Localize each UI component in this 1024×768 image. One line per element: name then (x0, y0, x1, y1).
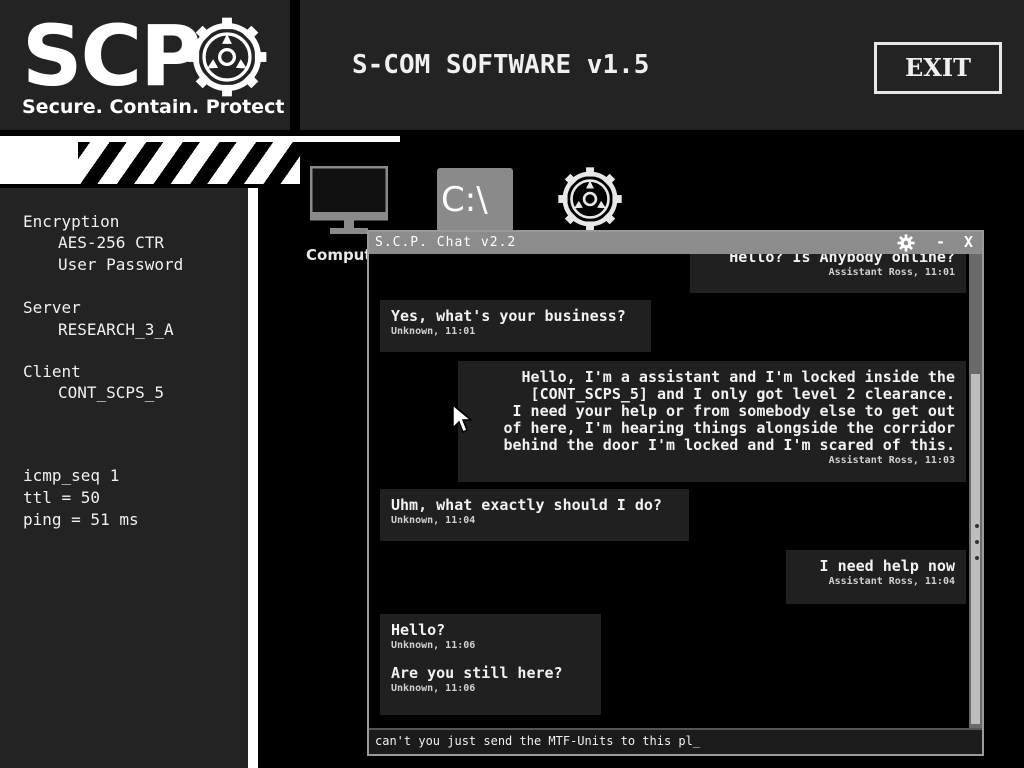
client-value: CONT_SCPS_5 (58, 383, 164, 402)
chat-scrollbar[interactable] (969, 254, 982, 730)
server-value: RESEARCH_3_A (58, 320, 174, 339)
close-button[interactable]: X (964, 233, 973, 251)
message-text: Hello? Is Anybody online? (729, 254, 955, 266)
message-meta: Unknown, 11:04 (391, 515, 476, 526)
scp-emblem-icon (187, 17, 267, 97)
minimize-button[interactable]: - (936, 233, 945, 251)
message-meta: Assistant Ross, 11:04 (828, 576, 955, 587)
icmp-seq: icmp_seq 1 (23, 466, 120, 485)
app-title: S-COM SOFTWARE v1.5 (352, 50, 650, 80)
chat-message: Yes, what's your business? Unknown, 11:0… (380, 300, 651, 352)
ping-value: ping = 51 ms (23, 510, 139, 529)
computer-icon-label[interactable]: Comput (306, 246, 372, 264)
message-meta: Unknown, 11:06 (391, 683, 476, 694)
encryption-value: AES-256 CTR (58, 233, 164, 252)
message-text: Uhm, what exactly should I do? (391, 496, 662, 514)
chat-message-group: Hello? Unknown, 11:06 Are you still here… (380, 614, 601, 715)
chat-message: I need help now Assistant Ross, 11:04 (786, 550, 966, 604)
settings-gear-icon[interactable] (897, 234, 915, 252)
message-meta: Unknown, 11:01 (391, 326, 476, 337)
scp-icon[interactable] (557, 166, 623, 232)
message-text: Yes, what's your business? (391, 307, 626, 325)
message-text: Hello, I'm a assistant and I'm locked in… (503, 368, 955, 454)
message-meta: Assistant Ross, 11:01 (828, 267, 955, 278)
scp-logo-text: SCP (22, 7, 202, 105)
message-text: Are you still here? (391, 664, 563, 682)
scrollbar-thumb[interactable] (971, 374, 980, 724)
server-label: Server (23, 298, 81, 317)
chat-message: Hello, I'm a assistant and I'm locked in… (458, 361, 966, 482)
chat-message-list[interactable]: Hello? Is Anybody online? Assistant Ross… (369, 254, 969, 730)
exit-button[interactable]: EXIT (874, 42, 1002, 94)
chat-titlebar[interactable]: S.C.P. Chat v2.2 - X (369, 232, 982, 254)
scrollbar-grip (975, 556, 979, 560)
chat-window[interactable]: S.C.P. Chat v2.2 - X Hello? Is Anybody o… (367, 230, 984, 756)
hazard-stripes-edge (0, 142, 78, 184)
scrollbar-grip (975, 540, 979, 544)
ttl-value: ttl = 50 (23, 488, 101, 507)
command-prompt-icon[interactable]: C:\ (437, 168, 513, 232)
message-meta: Assistant Ross, 11:03 (828, 455, 955, 466)
chat-message: Hello? Is Anybody online? Assistant Ross… (690, 254, 966, 293)
chat-input-field[interactable]: can't you just send the MTF-Units to thi… (369, 728, 982, 754)
computer-icon[interactable] (310, 166, 388, 238)
mouse-cursor-icon (452, 404, 472, 434)
chat-window-title: S.C.P. Chat v2.2 (375, 235, 517, 250)
info-panel-border (248, 188, 258, 768)
message-text: I need help now (819, 557, 955, 575)
message-meta: Unknown, 11:06 (391, 640, 476, 651)
client-label: Client (23, 362, 81, 381)
chat-input-value: can't you just send the MTF-Units to thi… (375, 734, 701, 748)
encryption-value: User Password (58, 255, 184, 274)
scp-logo-tagline: Secure. Contain. Protect (22, 96, 285, 118)
message-text: Hello? (391, 621, 446, 639)
scrollbar-grip (975, 524, 979, 528)
chat-message: Uhm, what exactly should I do? Unknown, … (380, 489, 689, 541)
command-prompt-glyph: C:\ (441, 180, 488, 220)
encryption-label: Encryption (23, 212, 120, 231)
